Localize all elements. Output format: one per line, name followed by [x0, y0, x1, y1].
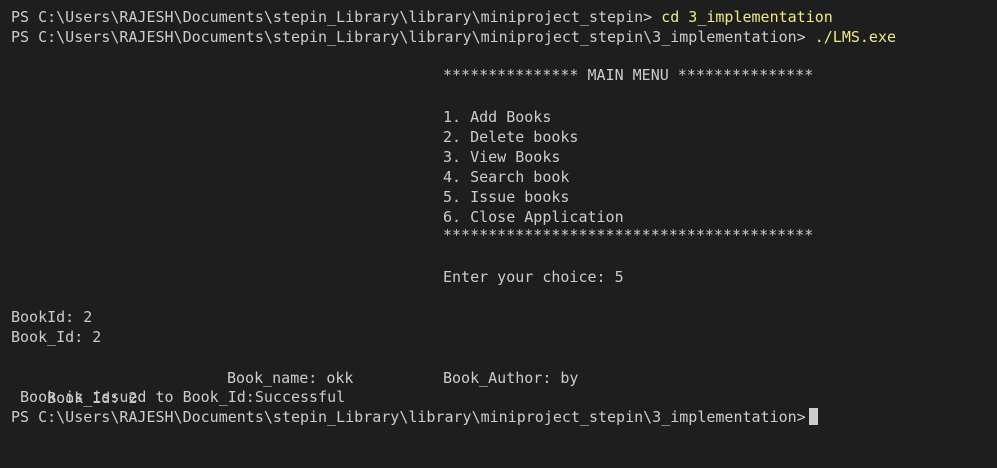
- menu-item: 4. Search book: [443, 168, 570, 186]
- prompt-line-2: PS C:\Users\RAJESH\Documents\stepin_Libr…: [11, 27, 896, 47]
- choice-prompt: Enter your choice: 5: [443, 268, 624, 286]
- menu-item: 6. Close Application: [443, 208, 624, 226]
- command-text: cd 3_implementation: [661, 8, 833, 26]
- prompt-path: PS C:\Users\RAJESH\Documents\stepin_Libr…: [11, 28, 806, 46]
- prompt-line-1: PS C:\Users\RAJESH\Documents\stepin_Libr…: [11, 7, 833, 27]
- menu-item: 2. Delete books: [443, 128, 579, 146]
- terminal-panel[interactable]: PS C:\Users\RAJESH\Documents\stepin_Libr…: [0, 0, 997, 466]
- prompt-path: PS C:\Users\RAJESH\Documents\stepin_Libr…: [11, 408, 806, 426]
- menu-item: 3. View Books: [443, 148, 561, 166]
- result-book-author: Book_Author: by: [443, 369, 579, 387]
- command-text: ./LMS.exe: [814, 28, 897, 46]
- bookid-output: BookId: 2: [11, 308, 93, 326]
- prompt-line-3[interactable]: PS C:\Users\RAJESH\Documents\stepin_Libr…: [11, 407, 818, 427]
- menu-header: *************** MAIN MENU **************…: [443, 66, 814, 84]
- text-cursor[interactable]: [808, 408, 818, 425]
- menu-item: 5. Issue books: [443, 188, 570, 206]
- prompt-path: PS C:\Users\RAJESH\Documents\stepin_Libr…: [11, 8, 653, 26]
- menu-footer: ****************************************…: [443, 226, 814, 244]
- book-id-output: Book_Id: 2: [11, 328, 102, 346]
- book-result-row: Book_Id: 2 Book_name: okk Book_Author: b…: [11, 368, 611, 407]
- issue-message: Book is issued to Book_Id:Successful: [11, 388, 346, 406]
- result-book-name: Book_name: okk: [227, 369, 354, 387]
- menu-item: 1. Add Books: [443, 108, 552, 126]
